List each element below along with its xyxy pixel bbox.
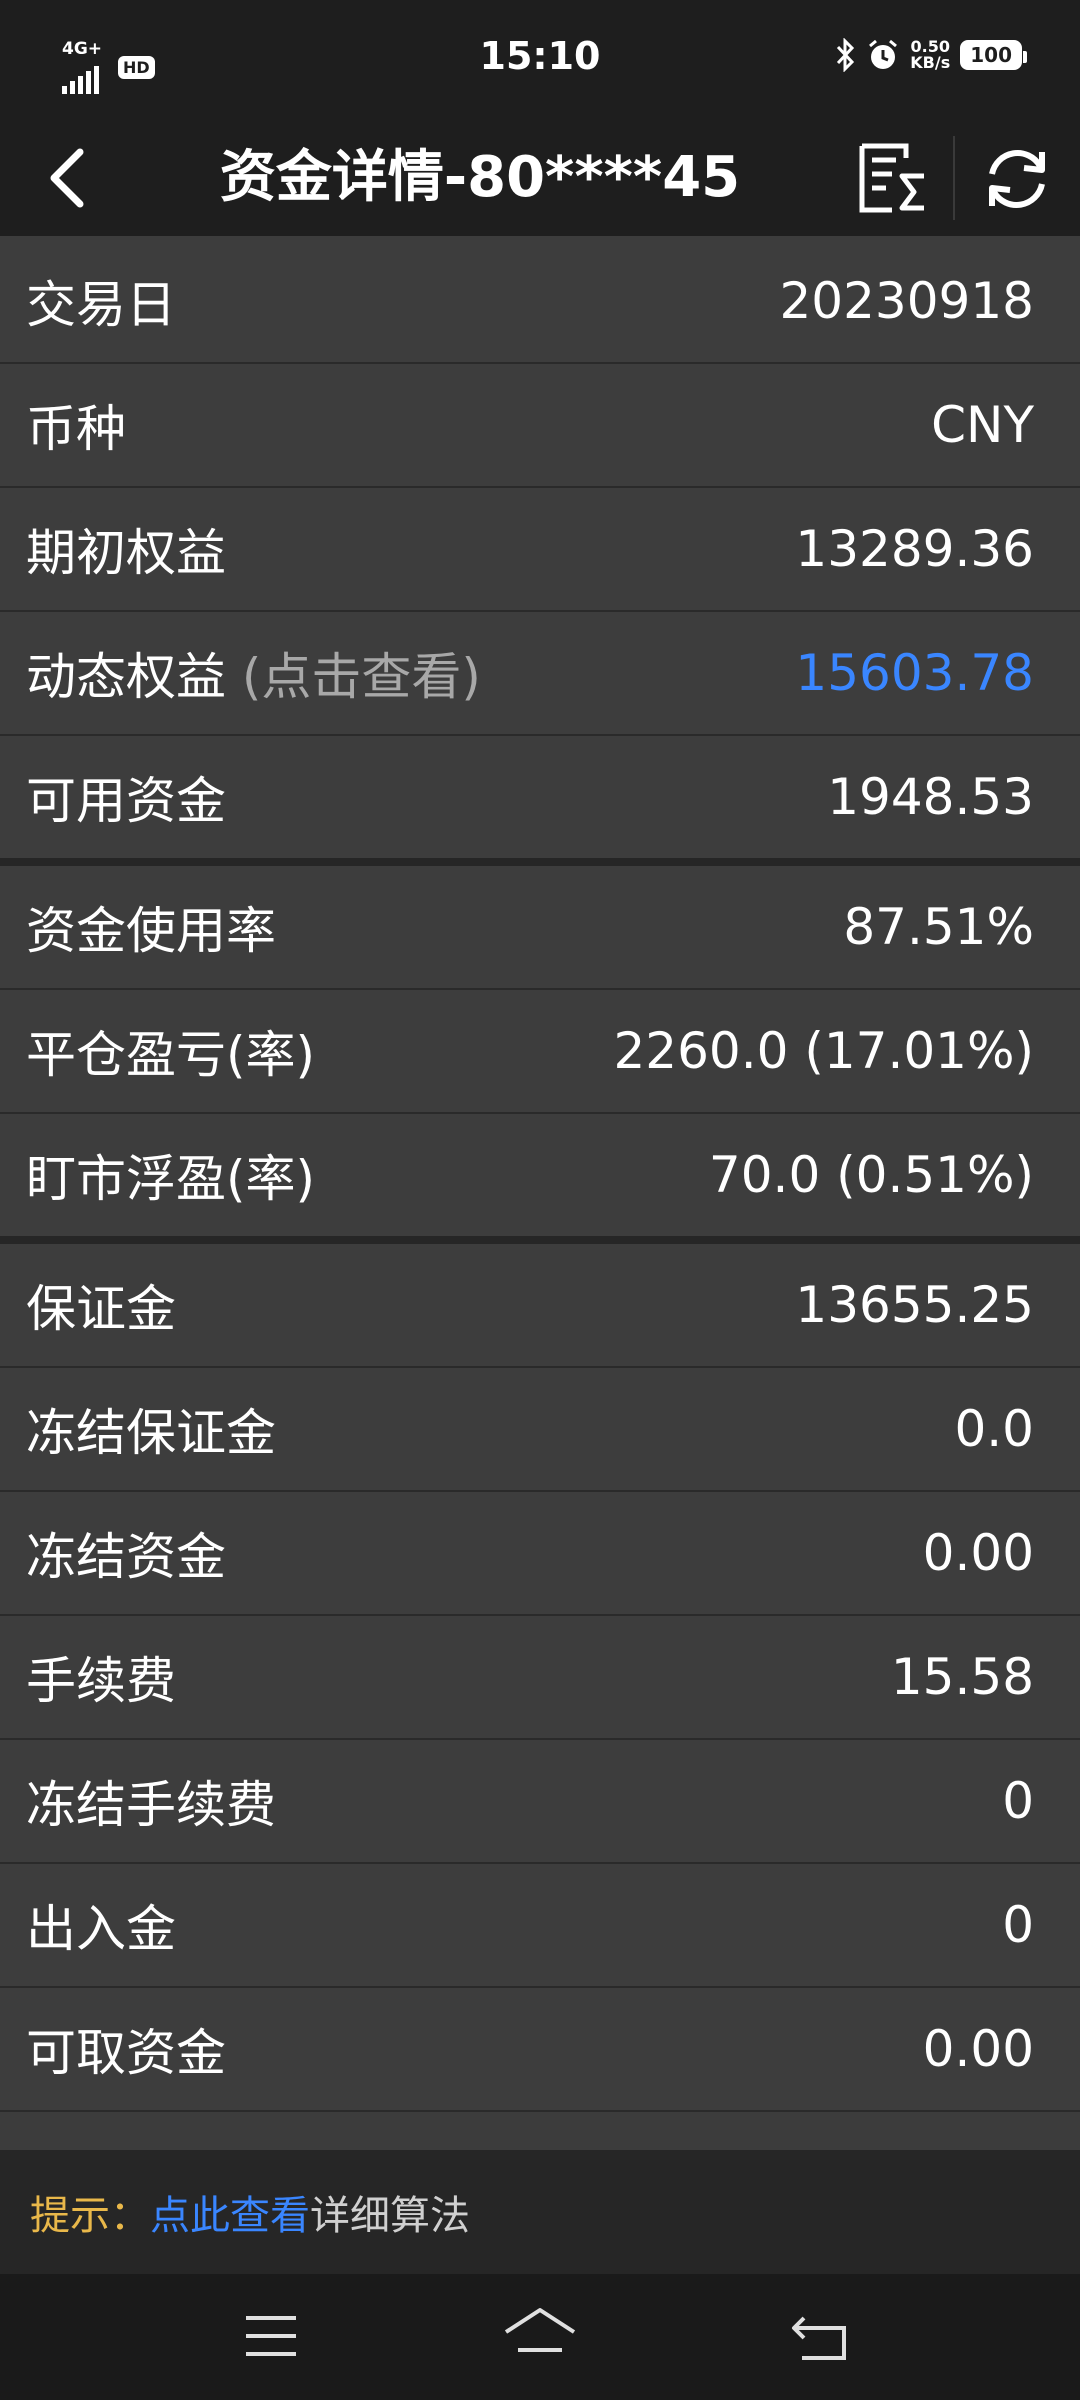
- row-label: 手续费: [26, 1652, 176, 1710]
- row-label: 保证金: [26, 1280, 176, 1338]
- row-label: 平仓盈亏(率): [26, 1026, 316, 1084]
- page-title: 资金详情-80****45: [219, 145, 741, 210]
- home-icon[interactable]: [500, 2302, 580, 2372]
- row-frozen-funds: 冻结资金 0.00: [0, 1492, 1080, 1616]
- row-currency: 币种 CNY: [0, 364, 1080, 488]
- bluetooth-icon: [837, 38, 855, 72]
- row-dynamic-equity[interactable]: 动态权益 (点击查看) 15603.78: [0, 612, 1080, 736]
- row-value: 0.0: [954, 1400, 1034, 1458]
- row-label: 出入金: [26, 1900, 176, 1958]
- battery-level: 100: [970, 43, 1012, 67]
- row-value: 0: [1002, 1772, 1034, 1830]
- app-header: 资金详情-80****45: [0, 120, 1080, 236]
- row-fund-usage-rate: 资金使用率 87.51%: [0, 866, 1080, 990]
- row-deposit-withdrawal: 出入金 0: [0, 1864, 1080, 1988]
- row-frozen-margin: 冻结保证金 0.0: [0, 1368, 1080, 1492]
- tip-link[interactable]: 点此查看: [150, 2183, 310, 2241]
- dynamic-equity-value[interactable]: 15603.78: [795, 644, 1034, 702]
- row-withdrawable-funds: 可取资金 0.00: [0, 1988, 1080, 2112]
- row-label: 资金使用率: [26, 902, 276, 960]
- row-margin: 保证金 13655.25: [0, 1244, 1080, 1368]
- row-closed-pnl: 平仓盈亏(率) 2260.0 (17.01%): [0, 990, 1080, 1114]
- tip-bar: 提示： 点此查看 详细算法: [0, 2150, 1080, 2274]
- status-bar: 4G+ HD 15:10 0.50 KB/s 100: [0, 0, 1080, 120]
- row-value: 0.00: [922, 1524, 1034, 1582]
- header-divider: [953, 136, 955, 220]
- tip-text: 详细算法: [310, 2193, 470, 2239]
- alarm-icon: [869, 39, 898, 69]
- battery-icon: 100: [960, 40, 1027, 70]
- row-trade-date: 交易日 20230918: [0, 240, 1080, 364]
- row-label: 盯市浮盈(率): [26, 1150, 316, 1208]
- row-value: 2260.0 (17.01%): [613, 1022, 1034, 1080]
- row-commission: 手续费 15.58: [0, 1616, 1080, 1740]
- row-value: 13655.25: [795, 1276, 1034, 1334]
- row-label: 可取资金: [26, 2024, 226, 2082]
- network-speed: 0.50 KB/s: [910, 39, 950, 71]
- row-frozen-commission: 冻结手续费 0: [0, 1740, 1080, 1864]
- back-icon[interactable]: [30, 138, 110, 218]
- speed-unit: KB/s: [910, 53, 951, 72]
- row-label: 动态权益: [26, 648, 226, 706]
- status-right: 0.50 KB/s 100: [834, 38, 1027, 72]
- calculator-icon[interactable]: [852, 136, 932, 220]
- row-value: 13289.36: [795, 520, 1034, 578]
- row-label: 冻结保证金: [26, 1404, 276, 1462]
- row-label: 期初权益: [26, 524, 226, 582]
- row-label-group: 动态权益 (点击查看): [26, 637, 481, 709]
- back-nav-icon[interactable]: [790, 2310, 854, 2366]
- menu-icon[interactable]: [244, 2312, 298, 2360]
- system-nav-bar: [0, 2274, 1080, 2400]
- row-value: 1948.53: [827, 768, 1034, 826]
- row-label: 可用资金: [26, 772, 226, 830]
- row-value: CNY: [931, 396, 1034, 454]
- row-value: 15.58: [890, 1648, 1034, 1706]
- row-mark-to-market-pnl: 盯市浮盈(率) 70.0 (0.51%): [0, 1114, 1080, 1244]
- refresh-icon[interactable]: [976, 138, 1058, 220]
- row-opening-equity: 期初权益 13289.36: [0, 488, 1080, 612]
- row-label: 交易日: [26, 276, 176, 334]
- row-available-funds: 可用资金 1948.53: [0, 736, 1080, 866]
- row-value: 87.51%: [843, 898, 1034, 956]
- row-label: 冻结资金: [26, 1528, 226, 1586]
- row-value: 0: [1002, 1896, 1034, 1954]
- row-label: 冻结手续费: [26, 1776, 276, 1834]
- row-value: 0.00: [922, 2020, 1034, 2078]
- view-hint[interactable]: (点击查看): [242, 648, 481, 706]
- fund-detail-list: 交易日 20230918 币种 CNY 期初权益 13289.36 动态权益 (…: [0, 240, 1080, 2112]
- tip-label: 提示：: [30, 2193, 150, 2239]
- row-value: 70.0 (0.51%): [708, 1146, 1034, 1204]
- row-label: 币种: [26, 400, 126, 458]
- row-value: 20230918: [779, 272, 1035, 330]
